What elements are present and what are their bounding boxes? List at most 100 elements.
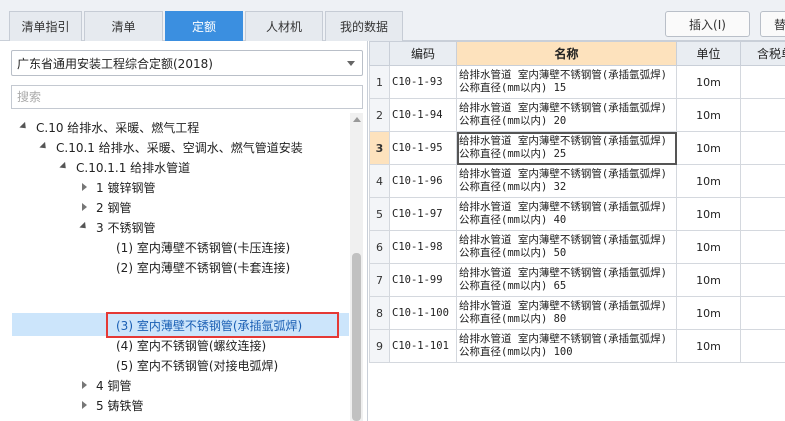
cell-unit[interactable]: 10m xyxy=(676,296,741,330)
cell-price[interactable]: 40 xyxy=(740,329,785,363)
replace-button[interactable]: 替 xyxy=(760,11,785,37)
expand-arrow-icon[interactable] xyxy=(78,221,90,233)
tree-node[interactable]: 1 镀锌钢管 xyxy=(78,177,155,197)
search-input[interactable] xyxy=(11,85,363,109)
table-row[interactable]: 1 C10-1-93 给排水管道 室内薄壁不锈钢管(承插氩弧焊) 公称直径(mm… xyxy=(369,65,785,99)
tree-node[interactable]: C.10.1 给排水、采暖、空调水、燃气管道安装 xyxy=(38,137,303,157)
cell-unit[interactable]: 10m xyxy=(676,230,741,264)
cell-name[interactable]: 给排水管道 室内薄壁不锈钢管(承插氩弧焊) 公称直径(mm以内) 20 xyxy=(456,98,677,132)
tree-node[interactable]: (4) 室内不锈钢管(螺纹连接) xyxy=(116,335,266,355)
cell-unit[interactable]: 10m xyxy=(676,98,741,132)
tree-node[interactable]: (2) 室内薄壁不锈钢管(卡套连接) xyxy=(116,257,290,277)
cell-code[interactable]: C10-1-95 xyxy=(389,131,457,165)
tab-my-data[interactable]: 我的数据 xyxy=(325,11,403,41)
cell-unit[interactable]: 10m xyxy=(676,164,741,198)
cell-code[interactable]: C10-1-93 xyxy=(389,65,457,99)
cell-unit[interactable]: 10m xyxy=(676,131,741,165)
table-row[interactable]: 5 C10-1-97 给排水管道 室内薄壁不锈钢管(承插氩弧焊) 公称直径(mm… xyxy=(369,197,785,231)
tree-node[interactable]: 3 不锈钢管 xyxy=(78,217,155,237)
row-index: 9 xyxy=(369,329,390,363)
cell-unit[interactable]: 10m xyxy=(676,329,741,363)
insert-button[interactable]: 插入(I) xyxy=(665,11,750,37)
row-index: 2 xyxy=(369,98,390,132)
tree-node-label: C.10.1.1 给排水管道 xyxy=(76,160,191,175)
row-index: 4 xyxy=(369,164,390,198)
tree-node-label: C.10 给排水、采暖、燃气工程 xyxy=(36,120,200,135)
chevron-down-icon[interactable] xyxy=(347,61,355,66)
cell-price[interactable]: 192 xyxy=(740,65,785,99)
tree-node-label: 2 钢管 xyxy=(96,200,132,215)
tree-node[interactable]: 5 铸铁管 xyxy=(78,395,143,415)
tab-labor-material-machine[interactable]: 人材机 xyxy=(245,11,323,41)
tree-node-label: 5 铸铁管 xyxy=(96,398,144,413)
tree-overflow xyxy=(0,413,350,421)
cell-code[interactable]: C10-1-97 xyxy=(389,197,457,231)
row-index: 6 xyxy=(369,230,390,264)
cell-name[interactable]: 给排水管道 室内薄壁不锈钢管(承插氩弧焊) 公称直径(mm以内) 15 xyxy=(456,65,677,99)
cell-price[interactable]: 216 xyxy=(740,98,785,132)
cell-name[interactable]: 给排水管道 室内薄壁不锈钢管(承插氩弧焊) 公称直径(mm以内) 25 xyxy=(456,131,677,165)
quota-tree: C.10 给排水、采暖、燃气工程 C.10.1 给排水、采暖、空调水、燃气管道安… xyxy=(0,113,350,421)
quota-library-dropdown[interactable]: 广东省通用安装工程综合定额(2018) xyxy=(11,50,363,76)
row-index: 7 xyxy=(369,263,390,297)
expand-arrow-icon[interactable] xyxy=(78,399,90,411)
tree-node-label: C.10.1 给排水、采暖、空调水、燃气管道安装 xyxy=(56,140,303,155)
cell-unit[interactable]: 10m xyxy=(676,197,741,231)
tab-quota[interactable]: 定额 xyxy=(165,11,243,41)
tab-list[interactable]: 清单 xyxy=(84,11,163,41)
expand-arrow-icon[interactable] xyxy=(38,141,50,153)
col-header-price[interactable]: 含税单 xyxy=(740,41,785,66)
table-row[interactable]: 8 C10-1-100 给排水管道 室内薄壁不锈钢管(承插氩弧焊) 公称直径(m… xyxy=(369,296,785,330)
scrollbar-thumb[interactable] xyxy=(352,253,361,421)
col-header-code[interactable]: 编码 xyxy=(389,41,457,66)
cell-code[interactable]: C10-1-94 xyxy=(389,98,457,132)
cell-price[interactable]: 256 xyxy=(740,164,785,198)
expand-arrow-icon[interactable] xyxy=(58,161,70,173)
cell-code[interactable]: C10-1-101 xyxy=(389,329,457,363)
cell-code[interactable]: C10-1-100 xyxy=(389,296,457,330)
quota-library-value: 广东省通用安装工程综合定额(2018) xyxy=(17,56,213,71)
cell-code[interactable]: C10-1-98 xyxy=(389,230,457,264)
cell-name[interactable]: 给排水管道 室内薄壁不锈钢管(承插氩弧焊) 公称直径(mm以内) 50 xyxy=(456,230,677,264)
cell-name[interactable]: 给排水管道 室内薄壁不锈钢管(承插氩弧焊) 公称直径(mm以内) 32 xyxy=(456,164,677,198)
cell-name[interactable]: 给排水管道 室内薄壁不锈钢管(承插氩弧焊) 公称直径(mm以内) 65 xyxy=(456,263,677,297)
quota-table-panel: 编码 名称 单位 含税单 1 C10-1-93 给排水管道 室内薄壁不锈钢管(承… xyxy=(369,41,785,421)
tree-node[interactable]: (1) 室内薄壁不锈钢管(卡压连接) xyxy=(116,237,290,257)
tree-scrollbar[interactable] xyxy=(350,113,363,421)
cell-name[interactable]: 给排水管道 室内薄壁不锈钢管(承插氩弧焊) 公称直径(mm以内) 80 xyxy=(456,296,677,330)
table-row[interactable]: 9 C10-1-101 给排水管道 室内薄壁不锈钢管(承插氩弧焊) 公称直径(m… xyxy=(369,329,785,363)
col-header-name[interactable]: 名称 xyxy=(456,41,677,66)
expand-arrow-icon[interactable] xyxy=(18,121,30,133)
tree-node[interactable]: C.10.1.1 给排水管道 xyxy=(58,157,190,177)
table-row[interactable]: 4 C10-1-96 给排水管道 室内薄壁不锈钢管(承插氩弧焊) 公称直径(mm… xyxy=(369,164,785,198)
tab-bar: 清单指引 清单 定额 人材机 我的数据 插入(I) 替 xyxy=(0,0,785,41)
scroll-up-arrow-icon[interactable] xyxy=(353,117,361,122)
tree-node[interactable]: (5) 室内不锈钢管(对接电弧焊) xyxy=(116,355,278,375)
tree-node[interactable]: C.10 给排水、采暖、燃气工程 xyxy=(18,117,199,137)
tree-node[interactable]: 4 铜管 xyxy=(78,375,131,395)
expand-arrow-icon[interactable] xyxy=(78,201,90,213)
table-header-row: 编码 名称 单位 含税单 xyxy=(369,41,785,66)
row-index: 5 xyxy=(369,197,390,231)
cell-unit[interactable]: 10m xyxy=(676,263,741,297)
cell-code[interactable]: C10-1-96 xyxy=(389,164,457,198)
table-row[interactable]: 6 C10-1-98 给排水管道 室内薄壁不锈钢管(承插氩弧焊) 公称直径(mm… xyxy=(369,230,785,264)
cell-price[interactable]: 314 xyxy=(740,230,785,264)
col-header-unit[interactable]: 单位 xyxy=(676,41,741,66)
cell-unit[interactable]: 10m xyxy=(676,65,741,99)
table-row-current[interactable]: 3 C10-1-95 给排水管道 室内薄壁不锈钢管(承插氩弧焊) 公称直径(mm… xyxy=(369,131,785,165)
tree-node-label: 4 铜管 xyxy=(96,378,132,393)
expand-arrow-icon[interactable] xyxy=(78,181,90,193)
cell-name[interactable]: 给排水管道 室内薄壁不锈钢管(承插氩弧焊) 公称直径(mm以内) 40 xyxy=(456,197,677,231)
cell-price[interactable]: 361 xyxy=(740,296,785,330)
cell-price[interactable]: 292 xyxy=(740,197,785,231)
expand-arrow-icon[interactable] xyxy=(78,379,90,391)
cell-price[interactable]: 331 xyxy=(740,263,785,297)
cell-name[interactable]: 给排水管道 室内薄壁不锈钢管(承插氩弧焊) 公称直径(mm以内) 100 xyxy=(456,329,677,363)
table-row[interactable]: 2 C10-1-94 给排水管道 室内薄壁不锈钢管(承插氩弧焊) 公称直径(mm… xyxy=(369,98,785,132)
cell-code[interactable]: C10-1-99 xyxy=(389,263,457,297)
cell-price[interactable]: 242 xyxy=(740,131,785,165)
table-row[interactable]: 7 C10-1-99 给排水管道 室内薄壁不锈钢管(承插氩弧焊) 公称直径(mm… xyxy=(369,263,785,297)
tree-node[interactable]: 2 钢管 xyxy=(78,197,131,217)
tab-list-guide[interactable]: 清单指引 xyxy=(9,11,82,41)
